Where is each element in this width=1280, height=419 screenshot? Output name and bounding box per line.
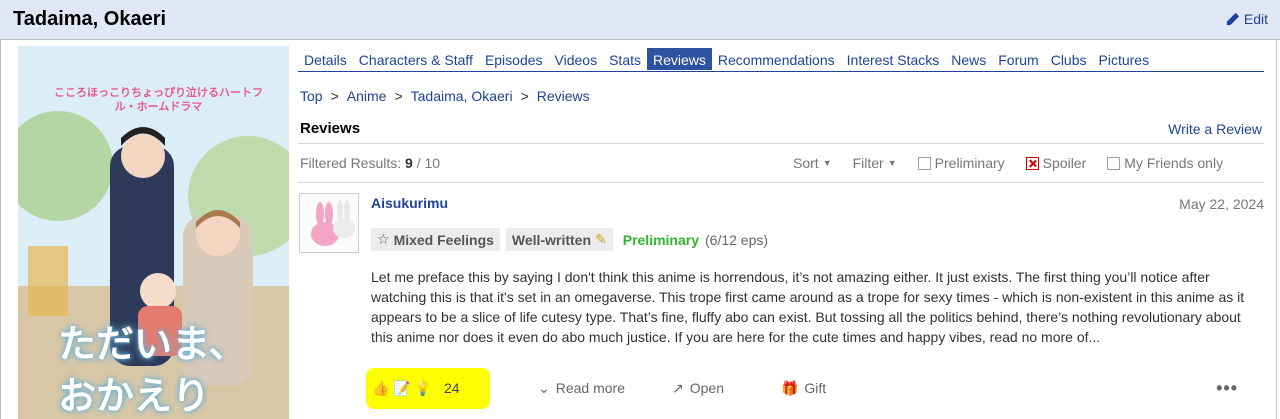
sort-dropdown[interactable]: Sort ▼ (793, 155, 832, 171)
review-actions: 👍 📝 💡 24 ⌄ Read more ↗ Open 🎁 Gift (371, 377, 826, 399)
poster-logo-line1: ただいま、 (58, 322, 247, 366)
friends-label: My Friends only (1124, 155, 1224, 171)
review-username[interactable]: Aisukurimu (371, 195, 448, 211)
tab-clubs[interactable]: Clubs (1045, 48, 1093, 70)
tab-interest-stacks[interactable]: Interest Stacks (841, 48, 946, 70)
edit-button[interactable]: Edit (1226, 11, 1268, 27)
divider (298, 143, 1264, 144)
well-written-tag: Well-written ✎ (505, 228, 613, 251)
poster-tagline: こころほっこりちょっぴり泣けるハートフル・ホームドラマ (54, 86, 263, 113)
poster-logo: ただいま、 おかえり (58, 318, 246, 419)
preliminary-checkbox[interactable]: Preliminary (917, 155, 1005, 171)
page-title: Tadaima, Okaeri (13, 8, 167, 30)
divider (298, 182, 1264, 183)
chevron-down-icon: ▼ (822, 158, 832, 168)
gift-button[interactable]: 🎁 Gift (781, 380, 826, 397)
filter-dropdown[interactable]: Filter ▼ (853, 155, 897, 171)
checkbox-icon (917, 156, 931, 170)
preliminary-label: Preliminary (934, 155, 1005, 171)
review-body: Let me preface this by saying I don't th… (371, 269, 1245, 345)
breadcrumb-separator: > (520, 88, 529, 104)
left-border (0, 40, 1, 419)
read-more-label: Read more (555, 380, 625, 396)
tab-episodes[interactable]: Episodes (479, 48, 549, 70)
memo-icon[interactable]: 📝 (393, 380, 410, 396)
open-button[interactable]: ↗ Open (672, 380, 724, 397)
breadcrumb-anime[interactable]: Anime (347, 88, 387, 104)
tab-reviews[interactable]: Reviews (647, 48, 712, 70)
filter-label: Filter (852, 155, 884, 171)
spoiler-label: Spoiler (1042, 155, 1087, 171)
breadcrumb: Top > Anime > Tadaima, Okaeri > Reviews (300, 88, 590, 104)
open-label: Open (689, 380, 724, 396)
section-title: Reviews (300, 120, 361, 137)
memo-icon: ✎ (595, 231, 607, 247)
mixed-feelings-label: Mixed Feelings (393, 231, 494, 248)
read-more-button[interactable]: ⌄ Read more (538, 380, 625, 397)
poster-logo-line2: おかえり (58, 374, 211, 418)
breadcrumb-separator: > (394, 88, 403, 104)
filtered-results: Filtered Results: 9 / 10 (300, 155, 440, 171)
write-review-link[interactable]: Write a Review (1168, 121, 1262, 137)
checkbox-icon (1107, 156, 1121, 170)
breadcrumb-reviews[interactable]: Reviews (537, 88, 590, 104)
breadcrumb-top[interactable]: Top (300, 88, 323, 104)
tab-forum[interactable]: Forum (992, 48, 1044, 70)
gift-icon: 🎁 (780, 379, 799, 396)
bunny-avatar-icon (300, 194, 358, 252)
review-tags: ☆ Mixed Feelings Well-written ✎ Prelimin… (371, 228, 768, 251)
tab-stats[interactable]: Stats (603, 48, 647, 70)
preliminary-status: Preliminary (622, 231, 699, 248)
avatar[interactable] (299, 193, 359, 253)
reactions: 👍 📝 💡 24 (371, 380, 521, 397)
anime-nav-tabs: Details Characters & Staff Episodes Vide… (298, 48, 1264, 72)
gift-label: Gift (804, 380, 827, 396)
well-written-label: Well-written (511, 231, 591, 248)
tab-characters-staff[interactable]: Characters & Staff (353, 48, 479, 70)
right-border (1276, 40, 1277, 419)
arrow-up-right-icon: ↗ (672, 379, 684, 396)
review-date: May 22, 2024 (1179, 196, 1264, 212)
tab-videos[interactable]: Videos (549, 48, 604, 70)
edit-label: Edit (1243, 11, 1268, 27)
lightbulb-icon[interactable]: 💡 (414, 380, 431, 396)
filtered-label: Filtered Results: (300, 155, 402, 171)
more-options-icon[interactable]: ••• (1216, 378, 1238, 399)
mixed-feelings-tag: ☆ Mixed Feelings (371, 228, 500, 251)
star-outline-icon: ☆ (377, 231, 390, 247)
episodes-watched: (6/12 eps) (705, 231, 769, 248)
tab-details[interactable]: Details (298, 48, 353, 70)
anime-poster[interactable]: こころほっこりちょっぴり泣けるハートフル・ホームドラマ ただいま、 おかえり (18, 46, 289, 419)
tab-news[interactable]: News (945, 48, 992, 70)
reaction-count: 24 (444, 380, 460, 396)
breadcrumb-title[interactable]: Tadaima, Okaeri (411, 88, 513, 104)
my-friends-checkbox[interactable]: My Friends only (1107, 155, 1223, 171)
tab-pictures[interactable]: Pictures (1093, 48, 1156, 70)
thumbs-up-icon[interactable]: 👍 (372, 380, 389, 396)
page-header: Tadaima, Okaeri Edit (0, 0, 1280, 40)
chevron-down-icon: ▼ (887, 158, 897, 168)
spoiler-checkbox[interactable]: Spoiler (1025, 155, 1087, 171)
breadcrumb-separator: > (330, 88, 339, 104)
filtered-count: 9 (405, 155, 413, 171)
filtered-total: 10 (424, 155, 441, 171)
tab-recommendations[interactable]: Recommendations (712, 48, 841, 70)
sort-label: Sort (793, 155, 819, 171)
pencil-icon (1226, 12, 1239, 26)
filtered-separator: / (416, 155, 421, 171)
chevron-down-icon: ⌄ (538, 379, 550, 396)
filter-controls: Sort ▼ Filter ▼ Preliminary Spoiler My F… (793, 155, 1223, 171)
x-checkbox-icon (1025, 156, 1039, 170)
